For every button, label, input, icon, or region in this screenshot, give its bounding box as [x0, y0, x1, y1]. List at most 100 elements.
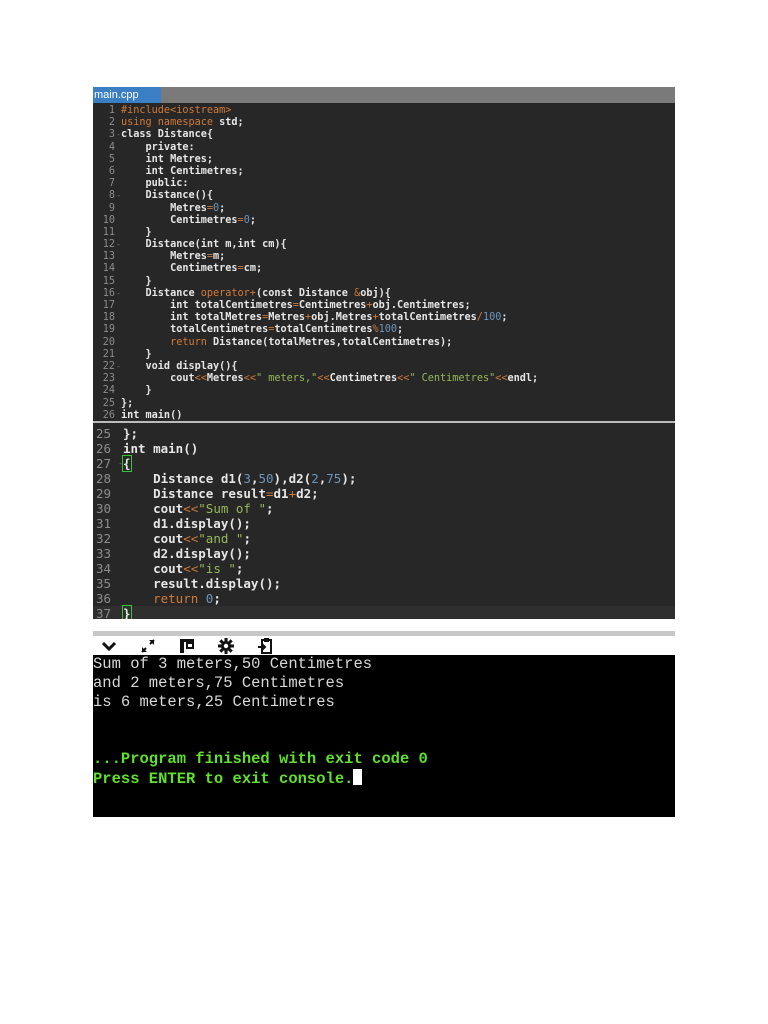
number-token: 75 [326, 471, 342, 486]
matched-brace: { [122, 455, 132, 472]
code-token: }; [121, 397, 134, 409]
code-line[interactable]: 11 } [93, 227, 675, 239]
code-line[interactable]: 37} [93, 605, 675, 619]
code-line[interactable]: 26 int main() [93, 441, 675, 456]
code-token: totalCentimetres [274, 324, 373, 336]
string-token: "Sum of " [198, 501, 267, 516]
console-output[interactable]: Sum of 3 meters,50 Centimetres and 2 mete… [93, 655, 675, 817]
code-token: public: [121, 178, 189, 190]
code-line[interactable]: 12 Distance(int m,int cm){ [93, 239, 675, 251]
clipboard-icon[interactable] [257, 637, 273, 654]
code-line[interactable]: 35 result.display(); [93, 576, 675, 591]
line-number[interactable]: 27 [93, 456, 123, 471]
code-line[interactable]: 29 Distance result = d1 + d2; [93, 486, 675, 501]
line-number[interactable]: 3 [93, 129, 121, 141]
code-line[interactable]: 14 Centimetres = cm; [93, 263, 675, 275]
panel-layout-icon[interactable] [179, 638, 195, 654]
line-number: 9 [108, 202, 115, 214]
code-lines[interactable]: 25};26int main()27{28 Distance d1(3,50),… [93, 426, 675, 619]
code-token: d1 [273, 486, 289, 501]
chevron-down-icon[interactable] [101, 638, 117, 654]
code-token: ),d2( [273, 471, 312, 486]
code-line[interactable]: 8 Distance(){ [93, 190, 675, 202]
code-line[interactable]: 27{ [93, 455, 675, 472]
gear-icon[interactable] [218, 637, 234, 654]
code-line[interactable]: 1 #include<iostream> [93, 105, 675, 117]
code-line[interactable]: 24 } [93, 385, 675, 397]
code-line[interactable]: 33 d2.display(); [93, 546, 675, 561]
line-number: 20 [102, 336, 115, 348]
code-token: Centimetres [329, 373, 398, 385]
keyword-token: using namespace [121, 117, 214, 129]
code-line[interactable]: 34 cout << "is "; [93, 561, 675, 576]
line-number[interactable]: 16 [93, 288, 121, 300]
code-line[interactable]: 15 } [93, 276, 675, 288]
code-line[interactable]: 13 Metres = m; [93, 251, 675, 263]
keyword-token: #include<iostream> [121, 105, 232, 116]
code-token: d2; [296, 486, 319, 501]
code-line[interactable]: 25}; [93, 426, 675, 441]
number-token: 2 [311, 471, 319, 486]
code-line[interactable]: 18 int totalMetres = Metres + obj.Metres + tot… [93, 312, 675, 324]
line-number: 24 [102, 385, 115, 397]
code-line[interactable]: 6 int Centimetres; [93, 166, 675, 178]
code-line[interactable]: 30 cout << "Sum of "; [93, 501, 675, 516]
line-number: 7 [108, 178, 115, 190]
code-line[interactable]: 9 Metres = 0; [93, 203, 675, 215]
line-number: 32 [96, 531, 112, 546]
code-token: } [121, 275, 152, 287]
code-line[interactable]: 16 Distance operator+(const Distance &ob… [93, 288, 675, 300]
code-token: } [121, 348, 152, 360]
code-line[interactable]: 36 return 0; [93, 591, 675, 606]
code-line[interactable]: 25}; [93, 398, 675, 410]
code-line[interactable]: 32 cout << "and "; [93, 531, 675, 546]
code-token: ; [266, 501, 274, 516]
code-line[interactable]: 17 int totalCentimetres = Centimetres + obj.… [93, 300, 675, 312]
console-line: ...Program finished with exit code 0 [93, 750, 675, 769]
code-token: Metres [121, 251, 207, 263]
code-token: m; [213, 251, 226, 263]
code-line[interactable]: 28 Distance d1(3, 50),d2(2, 75); [93, 471, 675, 486]
line-number: 10 [102, 214, 115, 226]
line-number: 21 [102, 348, 115, 360]
code-line[interactable]: 3class Distance{ [93, 129, 675, 141]
code-line[interactable]: 23 cout << Metres << " meters," << Centimetres… [93, 373, 675, 385]
code-token: ; [235, 561, 244, 576]
line-number[interactable]: 12 [93, 239, 121, 251]
code-line[interactable]: 31 d1.display(); [93, 516, 675, 531]
code-line[interactable]: 21 } [93, 349, 675, 361]
keyword-token: return [170, 336, 207, 348]
code-line[interactable]: 19 totalCentimetres = totalCentimetres% 100… [93, 324, 675, 336]
line-number: 15 [102, 275, 115, 287]
code-line[interactable]: 22 void display(){ [93, 361, 675, 373]
code-line[interactable]: 2 using namespace std; [93, 117, 675, 129]
code-line[interactable]: 7 public: [93, 178, 675, 190]
code-line[interactable]: 5 int Metres; [93, 154, 675, 166]
line-number: 34 [96, 561, 112, 576]
tab-main-cpp[interactable]: main.cpp [93, 87, 161, 103]
line-number[interactable]: 22 [93, 361, 121, 373]
code-line[interactable]: 20 return Distance(totalMetres,totalCent… [93, 337, 675, 349]
code-token: Centimetres [121, 263, 238, 275]
code-token: obj.Centimetres; [372, 300, 471, 311]
console-line: and 2 meters,75 Centimetres [93, 674, 675, 693]
console-text: is 6 meters,25 Centimetres [93, 693, 335, 711]
code-token: int totalMetres [121, 312, 263, 324]
code-token: ; [501, 312, 508, 324]
line-number: 36 [96, 591, 112, 606]
number-token: 50 [258, 471, 274, 486]
line-number: 25 [102, 397, 115, 409]
code-token: Distance d1( [123, 471, 244, 486]
code-line[interactable]: 26 int main() [93, 410, 675, 421]
code-line[interactable]: 4 private: [93, 142, 675, 154]
line-number: 35 [96, 576, 112, 591]
expand-icon[interactable] [140, 638, 156, 654]
code-editor-top[interactable]: main.cpp 1 #include<iostream> 2 using names… [93, 87, 675, 421]
line-number[interactable]: 8 [93, 190, 121, 202]
code-line[interactable]: 10 Centimetres = 0; [93, 215, 675, 227]
code-editor-main[interactable]: 25};26int main()27{28 Distance d1(3,50),… [93, 421, 675, 619]
keyword-token: return [153, 591, 199, 606]
code-token: class Distance{ [121, 129, 214, 141]
code-lines[interactable]: 1 #include<iostream> 2 using namespace std;… [93, 105, 675, 421]
